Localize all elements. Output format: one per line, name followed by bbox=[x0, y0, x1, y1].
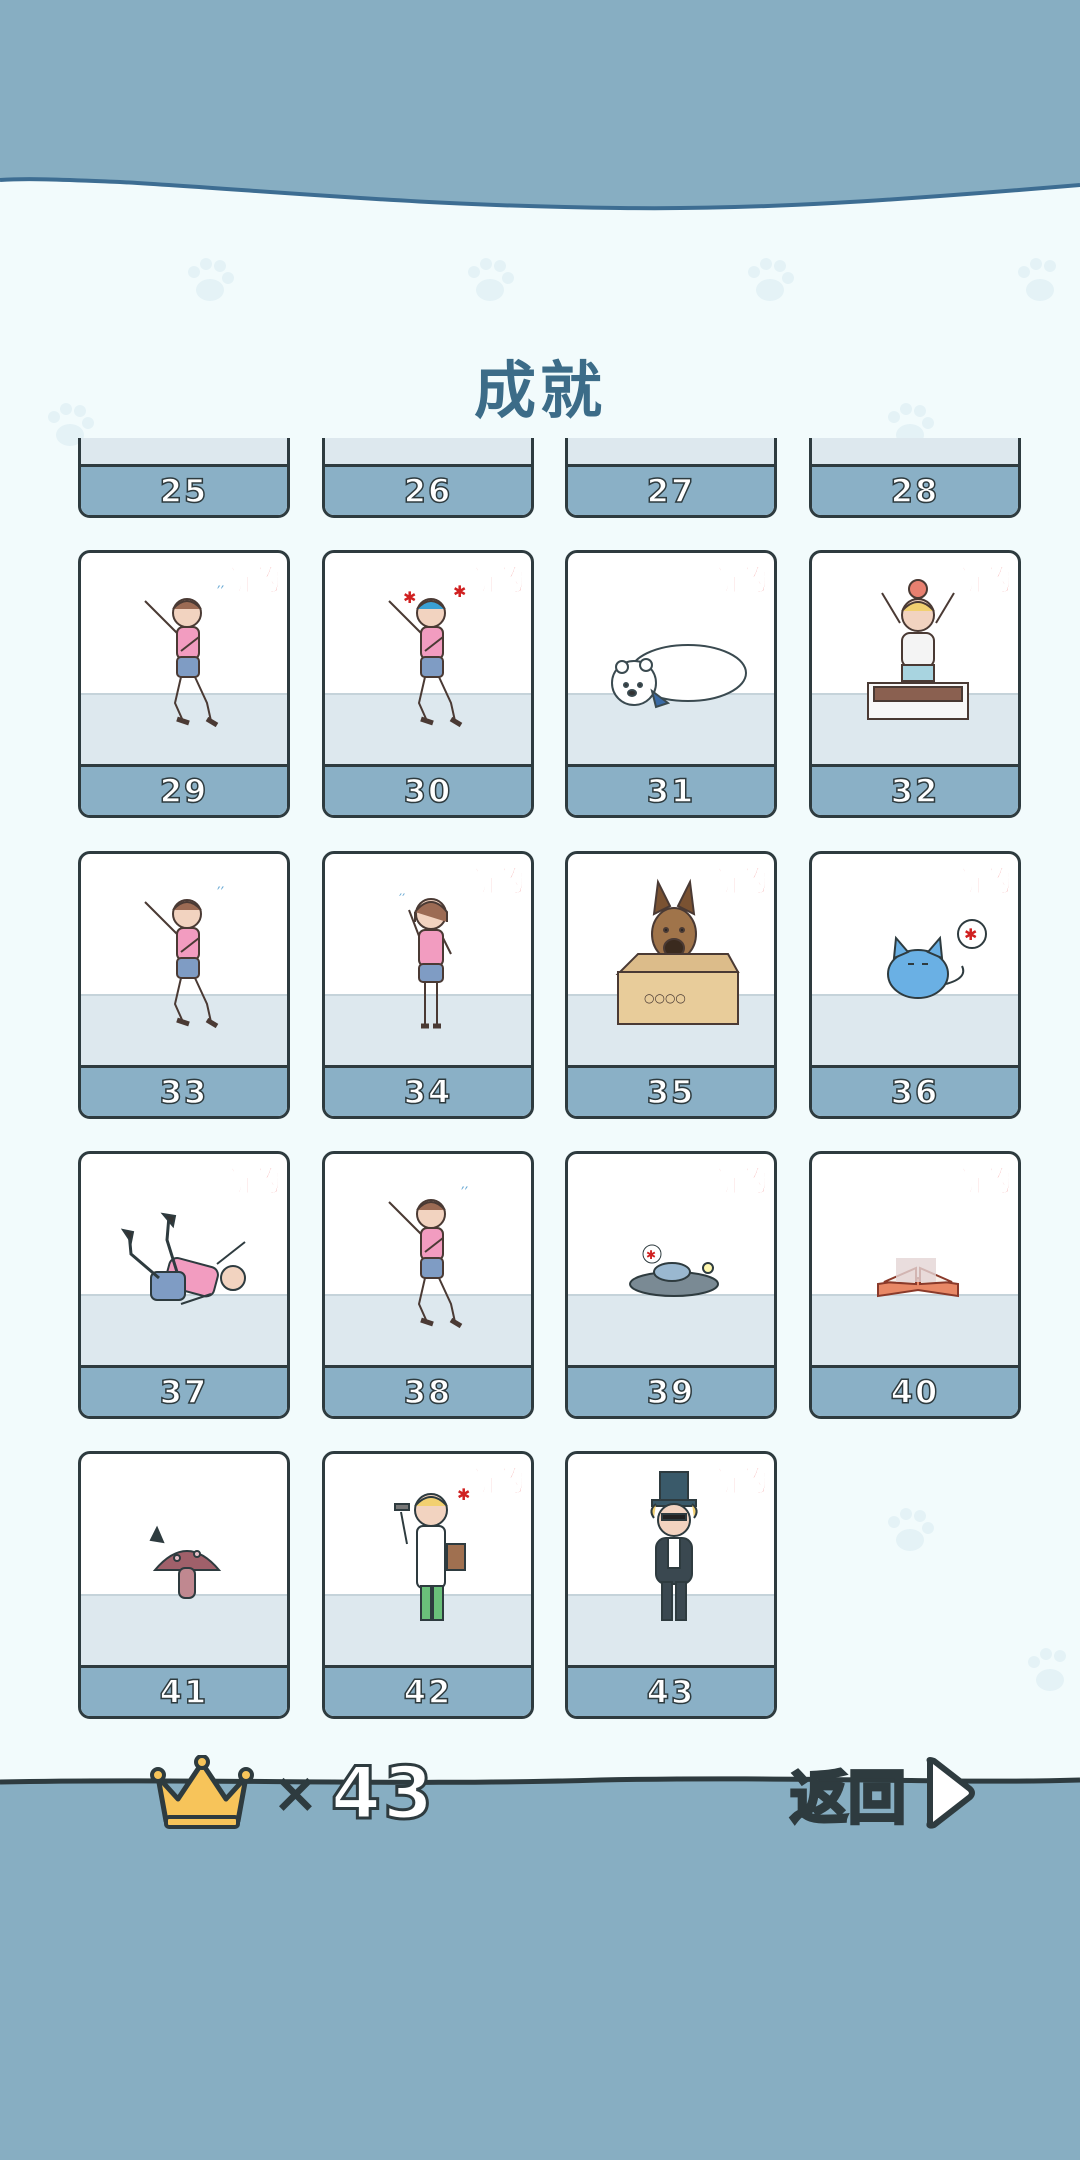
card-number: 41 bbox=[81, 1665, 287, 1716]
achievement-grid[interactable]: 25 26 27 28 ′′ 29 新的 ✱ ✱ 30 新的 31 新的 32 新的 ′′ 33 ′′ 34 新的 ○○… bbox=[0, 438, 1080, 1720]
new-badge: 新的 bbox=[711, 1465, 768, 1499]
new-badge: 新的 bbox=[955, 564, 1012, 598]
achievement-card[interactable]: 26 bbox=[322, 438, 534, 518]
card-number: 30 bbox=[325, 764, 531, 815]
paw-print-icon bbox=[748, 258, 794, 301]
card-number: 36 bbox=[812, 1065, 1018, 1116]
crown-count: 43 bbox=[329, 1750, 436, 1837]
card-number: 37 bbox=[81, 1365, 287, 1416]
svg-text:○○○○: ○○○○ bbox=[644, 991, 686, 1005]
achievement-card[interactable]: ○○○○ 35 新的 bbox=[565, 851, 777, 1119]
crown-icon bbox=[150, 1755, 254, 1829]
card-number: 35 bbox=[568, 1065, 774, 1116]
new-badge: 新的 bbox=[224, 1165, 281, 1199]
card-number: 27 bbox=[568, 464, 774, 515]
card-number: 25 bbox=[81, 464, 287, 515]
new-badge: 新的 bbox=[711, 1165, 768, 1199]
achievement-card[interactable]: 27 bbox=[565, 438, 777, 518]
new-badge: 新的 bbox=[468, 865, 525, 899]
card-number: 33 bbox=[81, 1065, 287, 1116]
paw-print-icon bbox=[1018, 258, 1056, 301]
play-arrow-icon bbox=[926, 1757, 975, 1829]
card-number: 32 bbox=[812, 764, 1018, 815]
new-badge: 新的 bbox=[711, 865, 768, 899]
achievement-card[interactable]: 25 bbox=[78, 438, 290, 518]
new-badge: 新的 bbox=[468, 564, 525, 598]
achievement-card[interactable]: 32 新的 bbox=[809, 550, 1021, 818]
new-badge: 新的 bbox=[955, 865, 1012, 899]
card-number: 42 bbox=[325, 1665, 531, 1716]
card-number: 28 bbox=[812, 464, 1018, 515]
card-number: 43 bbox=[568, 1665, 774, 1716]
new-badge: 新的 bbox=[468, 1465, 525, 1499]
card-number: 40 bbox=[812, 1365, 1018, 1416]
svg-text:′′: ′′ bbox=[399, 892, 405, 908]
achievement-card[interactable]: ′′ 38 bbox=[322, 1151, 534, 1419]
achievement-card[interactable]: ′′ 29 新的 bbox=[78, 550, 290, 818]
girl-dancing-illustration: ′′ bbox=[388, 1183, 469, 1329]
svg-text:✱: ✱ bbox=[646, 1248, 656, 1262]
achievement-card[interactable]: 28 bbox=[809, 438, 1021, 518]
card-number: 31 bbox=[568, 764, 774, 815]
card-number: 29 bbox=[81, 764, 287, 815]
girl-dancing-illustration: ′′ bbox=[144, 883, 225, 1029]
new-badge: 新的 bbox=[711, 564, 768, 598]
achievement-card[interactable]: ✱ 39 新的 bbox=[565, 1151, 777, 1419]
achievement-card[interactable]: ✱ 42 新的 bbox=[322, 1451, 534, 1719]
back-label: 返回 bbox=[788, 1763, 907, 1834]
mushroom-illustration bbox=[149, 1525, 222, 1599]
achievement-card[interactable]: 41 bbox=[78, 1451, 290, 1719]
page-title: 成就 bbox=[473, 354, 606, 427]
top-banner bbox=[0, 0, 1080, 211]
svg-text:✱: ✱ bbox=[453, 582, 466, 601]
achievement-card[interactable]: ′′ 34 新的 bbox=[322, 851, 534, 1119]
paw-print-icon bbox=[468, 258, 514, 301]
crown-counter: × 43 bbox=[150, 1748, 435, 1838]
svg-text:′′: ′′ bbox=[217, 883, 225, 902]
achievement-card[interactable]: ✱ ✱ 30 新的 bbox=[322, 550, 534, 818]
new-badge: 新的 bbox=[224, 564, 281, 598]
achievement-card[interactable]: ′′ 33 bbox=[78, 851, 290, 1119]
card-number: 38 bbox=[325, 1365, 531, 1416]
achievement-card[interactable]: 43 新的 bbox=[565, 1451, 777, 1719]
achievement-card[interactable]: ✱ 36 新的 bbox=[809, 851, 1021, 1119]
card-number: 26 bbox=[325, 464, 531, 515]
svg-text:′′: ′′ bbox=[461, 1183, 469, 1202]
card-number: 39 bbox=[568, 1365, 774, 1416]
card-number: 34 bbox=[325, 1065, 531, 1116]
times-sign: × bbox=[272, 1760, 319, 1826]
paw-print-icon bbox=[188, 258, 234, 301]
achievement-card[interactable]: 40 新的 bbox=[809, 1151, 1021, 1419]
svg-text:✱: ✱ bbox=[403, 588, 416, 607]
new-badge: 新的 bbox=[955, 1165, 1012, 1199]
svg-text:✱: ✱ bbox=[964, 925, 977, 944]
achievement-card[interactable]: 37 新的 bbox=[78, 1151, 290, 1419]
svg-text:′′: ′′ bbox=[217, 582, 225, 601]
back-button[interactable]: 返回 bbox=[788, 1748, 980, 1838]
achievement-card[interactable]: 31 新的 bbox=[565, 550, 777, 818]
